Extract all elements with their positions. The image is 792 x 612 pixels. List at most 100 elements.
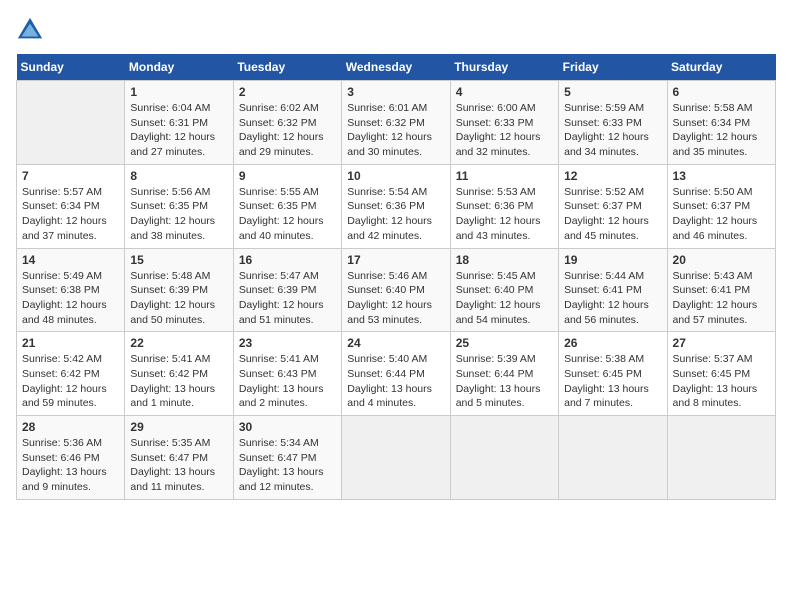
day-info: Sunrise: 5:50 AM Sunset: 6:37 PM Dayligh… — [673, 185, 770, 244]
calendar-cell: 5 Sunrise: 5:59 AM Sunset: 6:33 PM Daylig… — [559, 81, 667, 165]
day-info: Sunrise: 5:53 AM Sunset: 6:36 PM Dayligh… — [456, 185, 553, 244]
logo — [16, 16, 48, 44]
day-info: Sunrise: 5:44 AM Sunset: 6:41 PM Dayligh… — [564, 269, 661, 328]
day-info: Sunrise: 6:02 AM Sunset: 6:32 PM Dayligh… — [239, 101, 336, 160]
day-number: 28 — [22, 420, 119, 434]
day-number: 4 — [456, 85, 553, 99]
calendar-row: 14 Sunrise: 5:49 AM Sunset: 6:38 PM Dayli… — [17, 248, 776, 332]
calendar-cell: 25 Sunrise: 5:39 AM Sunset: 6:44 PM Dayli… — [450, 332, 558, 416]
day-info: Sunrise: 6:00 AM Sunset: 6:33 PM Dayligh… — [456, 101, 553, 160]
weekday-header-row: SundayMondayTuesdayWednesdayThursdayFrid… — [17, 54, 776, 81]
day-number: 15 — [130, 253, 227, 267]
calendar-row: 21 Sunrise: 5:42 AM Sunset: 6:42 PM Dayli… — [17, 332, 776, 416]
calendar-cell — [17, 81, 125, 165]
day-number: 8 — [130, 169, 227, 183]
day-info: Sunrise: 5:38 AM Sunset: 6:45 PM Dayligh… — [564, 352, 661, 411]
day-info: Sunrise: 5:37 AM Sunset: 6:45 PM Dayligh… — [673, 352, 770, 411]
day-info: Sunrise: 5:45 AM Sunset: 6:40 PM Dayligh… — [456, 269, 553, 328]
day-info: Sunrise: 5:59 AM Sunset: 6:33 PM Dayligh… — [564, 101, 661, 160]
calendar-cell — [450, 416, 558, 500]
day-info: Sunrise: 5:43 AM Sunset: 6:41 PM Dayligh… — [673, 269, 770, 328]
day-number: 20 — [673, 253, 770, 267]
calendar-cell: 9 Sunrise: 5:55 AM Sunset: 6:35 PM Daylig… — [233, 164, 341, 248]
day-info: Sunrise: 5:34 AM Sunset: 6:47 PM Dayligh… — [239, 436, 336, 495]
calendar-cell: 4 Sunrise: 6:00 AM Sunset: 6:33 PM Daylig… — [450, 81, 558, 165]
calendar-cell — [342, 416, 450, 500]
weekday-header: Saturday — [667, 54, 775, 81]
day-number: 18 — [456, 253, 553, 267]
day-info: Sunrise: 5:49 AM Sunset: 6:38 PM Dayligh… — [22, 269, 119, 328]
calendar-cell: 19 Sunrise: 5:44 AM Sunset: 6:41 PM Dayli… — [559, 248, 667, 332]
calendar-cell: 20 Sunrise: 5:43 AM Sunset: 6:41 PM Dayli… — [667, 248, 775, 332]
calendar-cell: 28 Sunrise: 5:36 AM Sunset: 6:46 PM Dayli… — [17, 416, 125, 500]
day-info: Sunrise: 5:46 AM Sunset: 6:40 PM Dayligh… — [347, 269, 444, 328]
day-number: 19 — [564, 253, 661, 267]
day-number: 6 — [673, 85, 770, 99]
calendar-cell: 29 Sunrise: 5:35 AM Sunset: 6:47 PM Dayli… — [125, 416, 233, 500]
weekday-header: Thursday — [450, 54, 558, 81]
calendar-cell: 18 Sunrise: 5:45 AM Sunset: 6:40 PM Dayli… — [450, 248, 558, 332]
day-info: Sunrise: 5:36 AM Sunset: 6:46 PM Dayligh… — [22, 436, 119, 495]
calendar-cell: 1 Sunrise: 6:04 AM Sunset: 6:31 PM Daylig… — [125, 81, 233, 165]
calendar-cell: 24Sunrise: 5:40 AM Sunset: 6:44 PM Dayli… — [342, 332, 450, 416]
day-info: Sunrise: 5:42 AM Sunset: 6:42 PM Dayligh… — [22, 352, 119, 411]
day-info: Sunrise: 5:41 AM Sunset: 6:43 PM Dayligh… — [239, 352, 336, 411]
day-number: 30 — [239, 420, 336, 434]
day-info: Sunrise: 5:56 AM Sunset: 6:35 PM Dayligh… — [130, 185, 227, 244]
day-info: Sunrise: 5:35 AM Sunset: 6:47 PM Dayligh… — [130, 436, 227, 495]
day-info: Sunrise: 5:47 AM Sunset: 6:39 PM Dayligh… — [239, 269, 336, 328]
day-number: 29 — [130, 420, 227, 434]
calendar-cell: 23 Sunrise: 5:41 AM Sunset: 6:43 PM Dayli… — [233, 332, 341, 416]
calendar-row: 1 Sunrise: 6:04 AM Sunset: 6:31 PM Daylig… — [17, 81, 776, 165]
day-info: Sunrise: 5:48 AM Sunset: 6:39 PM Dayligh… — [130, 269, 227, 328]
calendar-cell: 13 Sunrise: 5:50 AM Sunset: 6:37 PM Dayli… — [667, 164, 775, 248]
day-number: 23 — [239, 336, 336, 350]
day-info: Sunrise: 5:41 AM Sunset: 6:42 PM Dayligh… — [130, 352, 227, 411]
day-number: 25 — [456, 336, 553, 350]
day-number: 16 — [239, 253, 336, 267]
calendar-cell: 11 Sunrise: 5:53 AM Sunset: 6:36 PM Dayli… — [450, 164, 558, 248]
calendar-cell: 8 Sunrise: 5:56 AM Sunset: 6:35 PM Daylig… — [125, 164, 233, 248]
day-number: 1 — [130, 85, 227, 99]
calendar-row: 7Sunrise: 5:57 AM Sunset: 6:34 PM Daylig… — [17, 164, 776, 248]
day-info: Sunrise: 6:01 AM Sunset: 6:32 PM Dayligh… — [347, 101, 444, 160]
day-info: Sunrise: 5:39 AM Sunset: 6:44 PM Dayligh… — [456, 352, 553, 411]
weekday-header: Wednesday — [342, 54, 450, 81]
calendar-cell — [667, 416, 775, 500]
calendar-cell: 12 Sunrise: 5:52 AM Sunset: 6:37 PM Dayli… — [559, 164, 667, 248]
calendar-cell: 26 Sunrise: 5:38 AM Sunset: 6:45 PM Dayli… — [559, 332, 667, 416]
weekday-header: Tuesday — [233, 54, 341, 81]
day-number: 9 — [239, 169, 336, 183]
day-number: 11 — [456, 169, 553, 183]
calendar-cell: 10Sunrise: 5:54 AM Sunset: 6:36 PM Dayli… — [342, 164, 450, 248]
day-number: 3 — [347, 85, 444, 99]
day-number: 13 — [673, 169, 770, 183]
day-number: 22 — [130, 336, 227, 350]
day-number: 5 — [564, 85, 661, 99]
day-number: 17 — [347, 253, 444, 267]
calendar-cell: 2 Sunrise: 6:02 AM Sunset: 6:32 PM Daylig… — [233, 81, 341, 165]
day-number: 27 — [673, 336, 770, 350]
calendar-table: SundayMondayTuesdayWednesdayThursdayFrid… — [16, 54, 776, 500]
calendar-cell: 27 Sunrise: 5:37 AM Sunset: 6:45 PM Dayli… — [667, 332, 775, 416]
logo-icon — [16, 16, 44, 44]
calendar-cell: 14 Sunrise: 5:49 AM Sunset: 6:38 PM Dayli… — [17, 248, 125, 332]
calendar-cell: 30 Sunrise: 5:34 AM Sunset: 6:47 PM Dayli… — [233, 416, 341, 500]
weekday-header: Sunday — [17, 54, 125, 81]
calendar-row: 28 Sunrise: 5:36 AM Sunset: 6:46 PM Dayli… — [17, 416, 776, 500]
day-info: Sunrise: 5:40 AM Sunset: 6:44 PM Dayligh… — [347, 352, 444, 411]
weekday-header: Friday — [559, 54, 667, 81]
day-number: 2 — [239, 85, 336, 99]
day-info: Sunrise: 5:52 AM Sunset: 6:37 PM Dayligh… — [564, 185, 661, 244]
day-number: 14 — [22, 253, 119, 267]
day-info: Sunrise: 6:04 AM Sunset: 6:31 PM Dayligh… — [130, 101, 227, 160]
day-number: 12 — [564, 169, 661, 183]
day-number: 26 — [564, 336, 661, 350]
day-number: 10 — [347, 169, 444, 183]
day-number: 7 — [22, 169, 119, 183]
day-number: 21 — [22, 336, 119, 350]
calendar-cell: 6Sunrise: 5:58 AM Sunset: 6:34 PM Daylig… — [667, 81, 775, 165]
calendar-cell: 22 Sunrise: 5:41 AM Sunset: 6:42 PM Dayli… — [125, 332, 233, 416]
day-info: Sunrise: 5:55 AM Sunset: 6:35 PM Dayligh… — [239, 185, 336, 244]
calendar-cell: 17 Sunrise: 5:46 AM Sunset: 6:40 PM Dayli… — [342, 248, 450, 332]
